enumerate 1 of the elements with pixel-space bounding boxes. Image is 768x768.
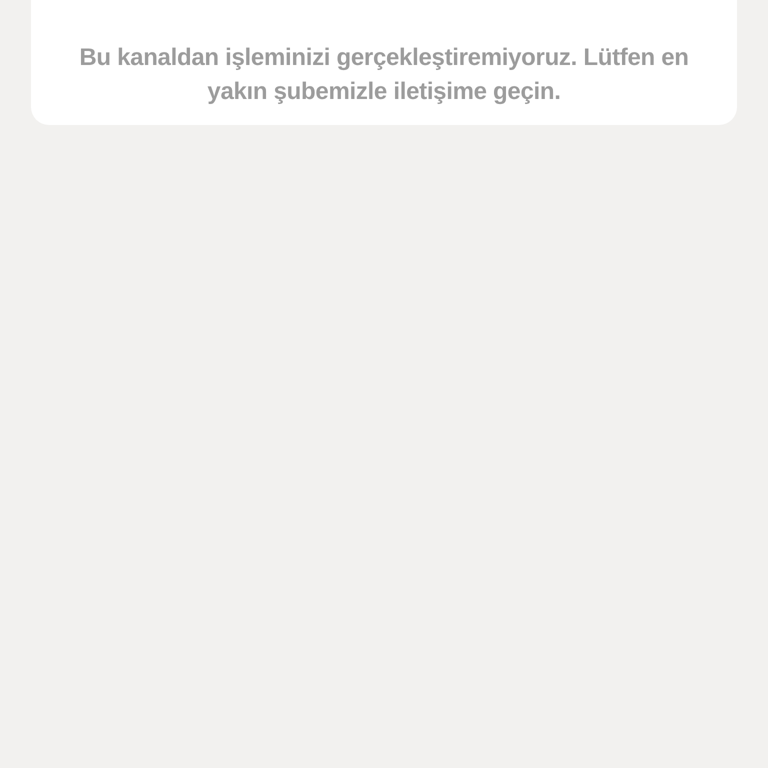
error-message: Bu kanaldan işleminizi gerçekleştiremiyoruz. Lütfen en yakın şubemizle iletişime geçin. <box>78 43 690 107</box>
